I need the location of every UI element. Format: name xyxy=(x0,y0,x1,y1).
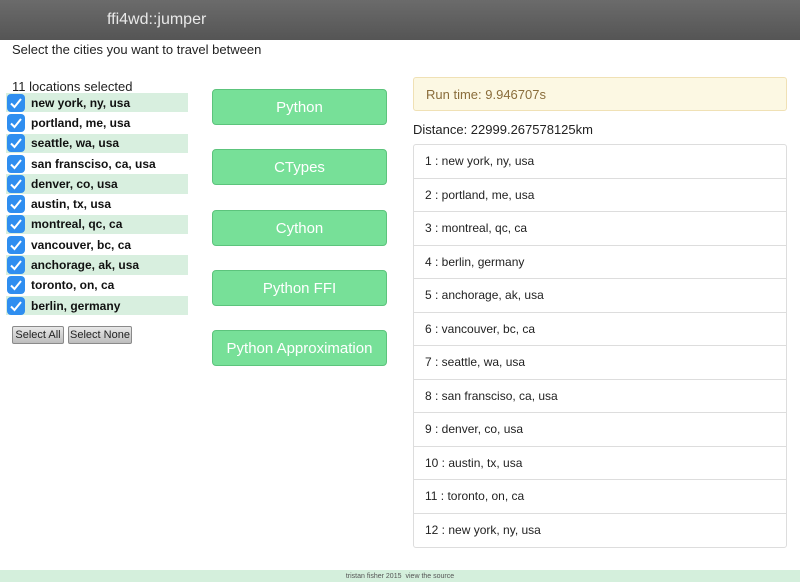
checkmark-icon xyxy=(10,300,22,311)
checkbox[interactable] xyxy=(7,154,25,173)
route-item: 9 : denver, co, usa xyxy=(414,413,786,447)
route-item: 1 : new york, ny, usa xyxy=(414,145,786,179)
checkbox[interactable] xyxy=(7,113,25,132)
python-approximation-button[interactable]: Python Approximation xyxy=(212,330,387,366)
city-label: austin, tx, usa xyxy=(31,197,112,212)
city-label: new york, ny, usa xyxy=(31,95,131,110)
route-item: 12 : new york, ny, usa xyxy=(425,523,541,538)
route-list: 1 : new york, ny, usa 2 : portland, me, … xyxy=(413,144,787,548)
app-title[interactable]: ffi4wd::jumper xyxy=(107,11,206,29)
selection-count: 11 locations selected xyxy=(12,79,133,94)
checkmark-icon xyxy=(10,179,22,190)
route-item: 4 : berlin, germany xyxy=(414,246,786,279)
route-item: 7 : seattle, wa, usa xyxy=(414,346,786,380)
checkmark-icon xyxy=(10,138,22,149)
city-item[interactable]: san fransciso, ca, usa xyxy=(6,154,188,173)
city-item[interactable]: toronto, on, ca xyxy=(6,276,188,295)
cython-button[interactable]: Cython xyxy=(212,210,387,246)
checkmark-icon xyxy=(10,280,22,291)
checkbox[interactable] xyxy=(7,195,25,214)
instructions-text: Select the cities you want to travel bet… xyxy=(12,42,262,57)
checkmark-icon xyxy=(10,219,22,230)
city-label: denver, co, usa xyxy=(31,176,118,191)
city-item[interactable]: anchorage, ak, usa xyxy=(6,255,188,275)
ctypes-button[interactable]: CTypes xyxy=(212,149,387,185)
city-item[interactable]: denver, co, usa xyxy=(6,174,188,194)
checkbox[interactable] xyxy=(7,235,25,254)
route-item: 8 : san fransciso, ca, usa xyxy=(414,380,786,413)
footer: tristan fisher 2015 view the source xyxy=(0,570,800,582)
footer-credit: tristan fisher 2015 xyxy=(345,572,402,580)
city-item[interactable]: montreal, qc, ca xyxy=(6,214,188,235)
checkbox[interactable] xyxy=(7,215,25,234)
view-source-link[interactable]: view the source xyxy=(406,573,455,580)
route-item: 3 : montreal, qc, ca xyxy=(414,212,786,246)
python-button[interactable]: Python xyxy=(212,89,387,125)
city-label: anchorage, ak, usa xyxy=(31,257,140,272)
city-label: toronto, on, ca xyxy=(31,278,115,293)
checkmark-icon xyxy=(10,199,22,210)
checkmark-icon xyxy=(10,158,22,170)
checkbox[interactable] xyxy=(7,255,25,274)
runtime-alert: Run time: 9.946707s xyxy=(413,77,787,111)
city-item[interactable]: austin, tx, usa xyxy=(6,194,188,214)
checkmark-icon xyxy=(10,260,22,271)
checkbox[interactable] xyxy=(7,174,25,193)
checkbox[interactable] xyxy=(7,296,25,315)
city-label: vancouver, bc, ca xyxy=(31,237,132,252)
top-bar: ffi4wd::jumper xyxy=(0,0,800,40)
city-item[interactable]: seattle, wa, usa xyxy=(6,133,188,153)
city-label: portland, me, usa xyxy=(31,115,131,130)
city-list: new york, ny, usa portland, me, usa seat… xyxy=(6,93,188,316)
checkbox[interactable] xyxy=(7,134,25,153)
route-item: 2 : portland, me, usa xyxy=(414,179,786,212)
city-item[interactable]: new york, ny, usa xyxy=(6,93,188,113)
city-label: montreal, qc, ca xyxy=(31,217,123,232)
route-item: 10 : austin, tx, usa xyxy=(414,447,786,480)
checkmark-icon xyxy=(10,240,22,251)
route-item: 11 : toronto, on, ca xyxy=(414,480,786,514)
select-none-button[interactable]: Select None xyxy=(68,326,132,344)
checkbox[interactable] xyxy=(7,276,25,295)
city-label: san fransciso, ca, usa xyxy=(31,156,156,171)
city-item[interactable]: berlin, germany xyxy=(6,295,188,316)
city-label: seattle, wa, usa xyxy=(31,136,120,151)
route-item: 6 : vancouver, bc, ca xyxy=(414,313,786,346)
checkbox[interactable] xyxy=(7,93,25,112)
city-item[interactable]: portland, me, usa xyxy=(6,113,188,132)
route-item: 5 : anchorage, ak, usa xyxy=(414,279,786,313)
city-label: berlin, germany xyxy=(31,298,121,313)
city-item[interactable]: vancouver, bc, ca xyxy=(6,235,188,254)
distance-text: Distance: 22999.267578125km xyxy=(413,122,593,137)
python-ffi-button[interactable]: Python FFI xyxy=(212,270,387,306)
checkmark-icon xyxy=(10,98,22,109)
select-all-button[interactable]: Select All xyxy=(12,326,64,344)
checkmark-icon xyxy=(10,118,22,129)
